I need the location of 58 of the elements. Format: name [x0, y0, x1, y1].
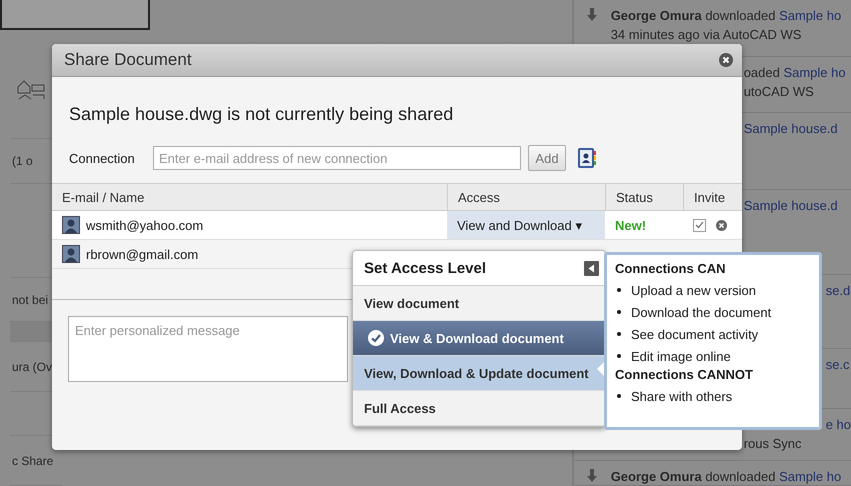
column-header: Invite: [683, 184, 742, 210]
permission-text: See document activity: [631, 326, 758, 342]
document-link[interactable]: Sample house.d: [744, 121, 838, 136]
bullet-icon: [617, 310, 621, 314]
access-option[interactable]: View & Download document: [353, 321, 605, 356]
document-link[interactable]: se.c: [826, 357, 850, 372]
share-status-heading: Sample house.dwg is not currently being shared: [69, 104, 454, 125]
email-text: rbrown@gmail.com: [86, 246, 198, 262]
document-link[interactable]: e ho: [826, 417, 851, 432]
document-link[interactable]: se.d: [826, 283, 850, 298]
column-header: E-mail / Name: [61, 188, 146, 206]
download-arrow-icon: [586, 469, 598, 483]
background-text: ura (Ov: [11, 360, 52, 374]
bullet-icon: [617, 332, 621, 336]
activity-text: oaded Sample ho: [744, 65, 846, 80]
close-icon[interactable]: [719, 53, 733, 67]
user-avatar-icon: [62, 216, 80, 234]
status-text: New!: [615, 218, 646, 232]
activity-detail: rous Sync: [744, 436, 802, 451]
activity-detail: utoCAD WS: [744, 84, 814, 99]
column-header: Access: [447, 184, 605, 210]
permission-text: Upload a new version: [631, 282, 756, 298]
message-input[interactable]: Enter personalized message: [68, 316, 348, 382]
remove-icon[interactable]: [716, 220, 727, 230]
document-link[interactable]: Sample house.d: [744, 198, 838, 213]
activity-text: George Omura downloaded Sample ho: [610, 8, 842, 23]
user-avatar-icon: [62, 245, 80, 263]
document-link[interactable]: Sample ho: [779, 469, 842, 484]
activity-detail: 34 minutes ago via AutoCAD WS: [610, 27, 802, 42]
connection-label: Connection: [69, 150, 136, 166]
collapse-icon[interactable]: [584, 260, 599, 276]
access-option[interactable]: Full Access: [353, 391, 605, 426]
access-option[interactable]: View, Download & Update document: [353, 356, 605, 391]
permissions-heading: Connections CANNOT: [615, 367, 754, 382]
permission-text: Download the document: [631, 304, 772, 320]
bullet-icon: [617, 354, 621, 358]
column-header: Status: [605, 184, 683, 210]
permission-text: Edit image online: [631, 348, 731, 364]
dialog-title: Share Document: [64, 50, 192, 70]
connection-input[interactable]: Enter e-mail address of new connection: [153, 146, 521, 170]
check-circle-icon: [368, 330, 384, 346]
add-button[interactable]: Add: [528, 145, 566, 171]
contacts-book-icon[interactable]: [577, 147, 597, 169]
email-text: wsmith@yahoo.com: [86, 218, 204, 232]
permission-text: Share with others: [631, 388, 732, 404]
activity-text: George Omura downloaded Sample ho: [610, 469, 842, 484]
invite-checkbox[interactable]: [693, 218, 706, 232]
download-arrow-icon: [586, 8, 598, 22]
permissions-heading: Connections CAN: [615, 261, 726, 276]
document-link[interactable]: Sample ho: [783, 65, 846, 80]
bullet-icon: [617, 394, 621, 398]
background-text: not bei: [11, 292, 48, 307]
access-option[interactable]: View document: [353, 286, 605, 321]
background-text: c Share: [11, 454, 54, 468]
menu-title: Set Access Level: [364, 260, 486, 276]
bullet-icon: [617, 288, 621, 292]
document-link[interactable]: Sample ho: [779, 8, 842, 23]
background-text: (1 o: [11, 154, 33, 168]
